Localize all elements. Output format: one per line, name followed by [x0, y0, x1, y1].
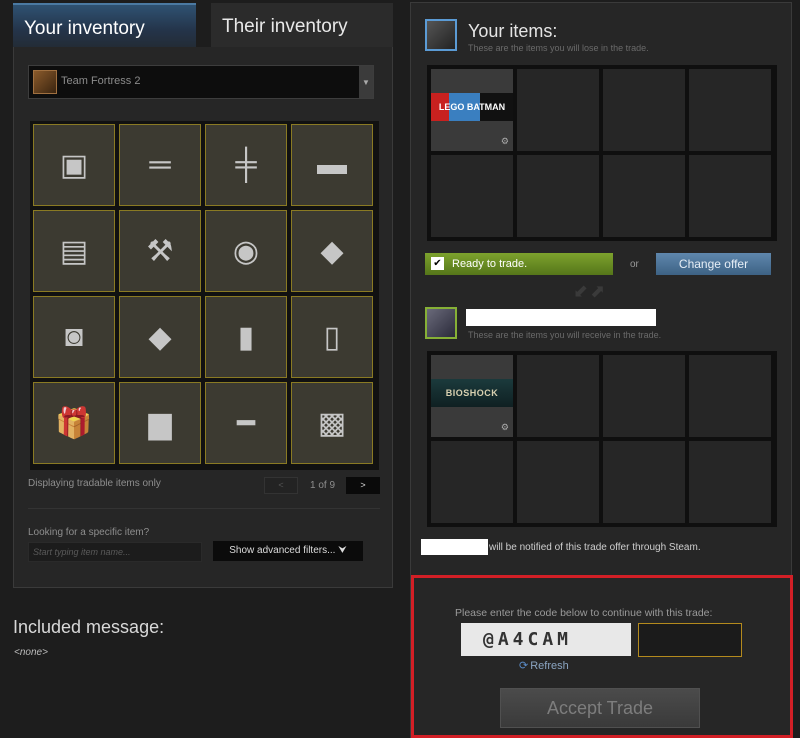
notification-notice: will be notified of this trade offer thr…: [489, 542, 701, 553]
inventory-slot[interactable]: ◆: [291, 210, 373, 292]
pager-next-button[interactable]: >: [346, 477, 380, 494]
minigun-icon: ▩: [317, 406, 347, 440]
casters-book-icon: ▤: [59, 234, 89, 268]
inventory-slot[interactable]: ═: [119, 124, 201, 206]
empty-slot: [689, 155, 771, 237]
checkmark-icon: ✔: [431, 257, 444, 270]
empty-slot: [517, 355, 599, 437]
your-items-title: Your items:: [468, 21, 558, 41]
offer-item-slot[interactable]: LEGO BATMAN ⚙: [431, 69, 513, 151]
offer-item-slot[interactable]: BIOSHOCK ⚙: [431, 355, 513, 437]
your-avatar: [425, 19, 457, 51]
empty-slot: [603, 441, 685, 523]
steam-tag-icon: ⚙: [500, 136, 509, 146]
inventory-slot[interactable]: 🎁: [33, 382, 115, 464]
launcher-icon: ▬: [317, 148, 347, 181]
refresh-label: Refresh: [530, 660, 569, 672]
game-select-dropdown[interactable]: Team Fortress 2 ▼: [28, 65, 374, 99]
pager-text: 1 of 9: [310, 480, 336, 491]
empty-slot: [517, 441, 599, 523]
empty-slot: [603, 155, 685, 237]
your-offer-grid: LEGO BATMAN ⚙: [427, 65, 777, 241]
red-crate-icon: ◆: [320, 234, 344, 268]
swap-arrows-icon: ⬋⬈: [573, 281, 608, 301]
robot-part-icon: ▣: [59, 148, 89, 182]
inventory-slot[interactable]: ▣: [33, 124, 115, 206]
inventory-slot[interactable]: ━: [205, 382, 287, 464]
included-message-body: <none>: [14, 647, 48, 658]
captcha-prompt: Please enter the code below to continue …: [455, 607, 713, 619]
inventory-slot[interactable]: ▤: [33, 210, 115, 292]
boots-icon: ▮: [237, 320, 255, 354]
inventory-slot[interactable]: ▩: [291, 382, 373, 464]
inventory-slot[interactable]: ▮: [205, 296, 287, 378]
red-crate-icon: ◆: [148, 320, 172, 354]
captcha-image: @A4CAM: [461, 623, 631, 656]
grenade-launcher-icon: ▆: [148, 406, 172, 440]
pager-prev-button[interactable]: <: [264, 477, 298, 494]
chevron-down-icon[interactable]: ▼: [359, 66, 373, 98]
inventory-slot[interactable]: ◙: [33, 296, 115, 378]
robot-crate-icon: ◉: [232, 234, 260, 268]
divider: [28, 508, 380, 509]
captcha-refresh-link[interactable]: ⟳ Refresh: [519, 659, 569, 672]
empty-slot: [689, 355, 771, 437]
inventory-slot[interactable]: ◆: [119, 296, 201, 378]
your-items-subtitle: These are the items you will lose in the…: [468, 43, 649, 53]
inventory-slot[interactable]: ▆: [119, 382, 201, 464]
empty-slot: [603, 355, 685, 437]
rifle-icon: ═: [149, 148, 171, 181]
empty-slot: [517, 69, 599, 151]
display-note: Displaying tradable items only: [28, 478, 161, 489]
included-message-title: Included message:: [13, 617, 165, 637]
empty-slot: [603, 69, 685, 151]
refresh-icon: ⟳: [519, 660, 529, 672]
empty-slot: [689, 69, 771, 151]
tf2-game-icon: [33, 70, 57, 94]
gift-box-open-icon: ◙: [64, 320, 84, 353]
inventory-slot[interactable]: ▯: [291, 296, 373, 378]
accept-trade-button[interactable]: Accept Trade: [500, 688, 700, 728]
crossbow-icon: ╪: [235, 148, 257, 181]
empty-slot: [431, 441, 513, 523]
ready-label: Ready to trade.: [452, 258, 528, 270]
inventory-slot[interactable]: ╪: [205, 124, 287, 206]
empty-slot: [689, 441, 771, 523]
lego-batman-thumbnail: LEGO BATMAN: [431, 93, 513, 121]
advanced-filters-button[interactable]: Show advanced filters... ⮟: [213, 541, 363, 561]
their-offer-grid: BIOSHOCK ⚙: [427, 351, 777, 527]
partner-avatar: [425, 307, 457, 339]
inventory-slot[interactable]: ▬: [291, 124, 373, 206]
game-select-value: Team Fortress 2: [61, 75, 141, 87]
their-items-subtitle: These are the items you will receive in …: [468, 330, 662, 340]
tab-their-inventory[interactable]: Their inventory: [211, 3, 393, 47]
inventory-grid: ▣ ═ ╪ ▬ ▤ ⚒ ◉ ◆ ◙ ◆ ▮ ▯ 🎁 ▆ ━ ▩: [30, 121, 379, 470]
tool-icon: ▯: [323, 320, 341, 354]
steam-tag-icon: ⚙: [500, 422, 509, 432]
gift-icon: 🎁: [55, 406, 93, 440]
search-label: Looking for a specific item?: [28, 527, 150, 538]
or-text: or: [630, 259, 639, 270]
empty-slot: [431, 155, 513, 237]
tab-your-inventory[interactable]: Your inventory: [13, 3, 196, 47]
captcha-input[interactable]: [638, 623, 742, 657]
change-offer-button[interactable]: Change offer: [656, 253, 771, 275]
shovel-icon: ⚒: [146, 234, 174, 268]
empty-slot: [517, 155, 599, 237]
trade-offer-panel: Your items: These are the items you will…: [410, 2, 793, 738]
sniper-rifle-icon: ━: [236, 406, 256, 440]
inventory-slot[interactable]: ⚒: [119, 210, 201, 292]
bioshock-thumbnail: BIOSHOCK: [431, 379, 513, 407]
ready-to-trade-toggle[interactable]: ✔ Ready to trade.: [425, 253, 613, 275]
inventory-slot[interactable]: ◉: [205, 210, 287, 292]
item-search-input[interactable]: [28, 542, 202, 562]
inventory-panel: Team Fortress 2 ▼ ▣ ═ ╪ ▬ ▤ ⚒ ◉ ◆ ◙ ◆ ▮ ▯ 🎁 ▆ ━ ▩ Displ…: [13, 47, 393, 588]
partner-name-redacted: [421, 539, 488, 555]
partner-name-redacted: [466, 309, 656, 326]
